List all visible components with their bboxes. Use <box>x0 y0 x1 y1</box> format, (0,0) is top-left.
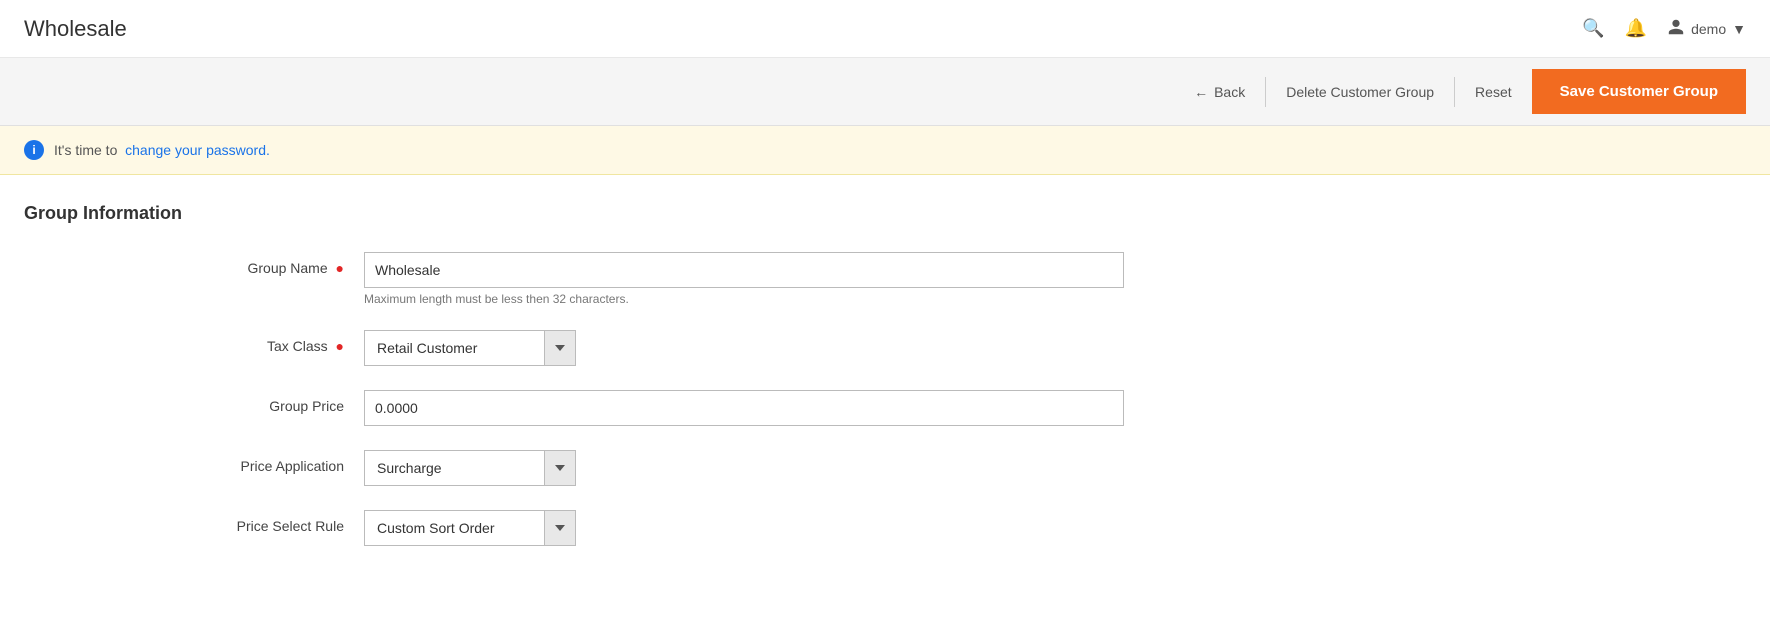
back-button[interactable]: ← Back <box>1194 84 1245 100</box>
change-password-link[interactable]: change your password. <box>125 142 270 158</box>
price-application-arrow-icon <box>555 465 565 471</box>
price-application-row: Price Application Surcharge <box>24 450 1224 486</box>
action-bar: ← Back Delete Customer Group Reset Save … <box>0 58 1770 126</box>
info-icon: i <box>24 140 44 160</box>
price-select-rule-label: Price Select Rule <box>24 510 364 534</box>
price-select-rule-dropdown-button[interactable] <box>544 510 576 546</box>
group-price-row: Group Price <box>24 390 1224 426</box>
tax-class-label: Tax Class ● <box>24 330 364 354</box>
tax-class-row: Tax Class ● Retail Customer <box>24 330 1224 366</box>
notification-text: It's time to change your password. <box>54 142 270 158</box>
tax-class-field: Retail Customer <box>364 330 1124 366</box>
user-menu[interactable]: demo ▼ <box>1667 18 1746 39</box>
price-select-rule-select-value[interactable]: Custom Sort Order <box>364 510 544 546</box>
back-label: Back <box>1214 84 1245 100</box>
search-icon[interactable]: 🔍 <box>1582 18 1604 39</box>
user-dropdown-arrow: ▼ <box>1732 21 1746 37</box>
group-name-input[interactable] <box>364 252 1124 288</box>
section-title: Group Information <box>24 203 1746 224</box>
group-price-label: Group Price <box>24 390 364 414</box>
price-application-select-wrapper: Surcharge <box>364 450 1124 486</box>
price-application-field: Surcharge <box>364 450 1124 486</box>
bell-icon[interactable]: 🔔 <box>1625 18 1647 39</box>
user-icon <box>1667 18 1685 39</box>
tax-class-dropdown-button[interactable] <box>544 330 576 366</box>
delete-customer-group-button[interactable]: Delete Customer Group <box>1286 84 1434 100</box>
tax-class-select-wrapper: Retail Customer <box>364 330 1124 366</box>
price-application-label: Price Application <box>24 450 364 474</box>
price-select-rule-row: Price Select Rule Custom Sort Order <box>24 510 1224 546</box>
tax-class-select-value[interactable]: Retail Customer <box>364 330 544 366</box>
reset-button[interactable]: Reset <box>1475 84 1512 100</box>
top-header: Wholesale 🔍 🔔 demo ▼ <box>0 0 1770 58</box>
group-name-row: Group Name ● Maximum length must be less… <box>24 252 1224 306</box>
price-select-rule-select-wrapper: Custom Sort Order <box>364 510 1124 546</box>
group-name-label: Group Name ● <box>24 252 364 276</box>
divider-2 <box>1454 77 1455 107</box>
group-price-field <box>364 390 1124 426</box>
group-name-hint: Maximum length must be less then 32 char… <box>364 292 1124 306</box>
price-application-dropdown-button[interactable] <box>544 450 576 486</box>
content-area: Group Information Group Name ● Maximum l… <box>0 175 1770 598</box>
save-customer-group-button[interactable]: Save Customer Group <box>1532 69 1746 114</box>
notification-banner: i It's time to change your password. <box>0 126 1770 175</box>
app-title: Wholesale <box>24 16 127 42</box>
group-name-field: Maximum length must be less then 32 char… <box>364 252 1124 306</box>
user-name: demo <box>1691 21 1726 37</box>
form-container: Group Name ● Maximum length must be less… <box>24 252 1224 546</box>
price-application-select-value[interactable]: Surcharge <box>364 450 544 486</box>
notification-prefix: It's time to <box>54 142 117 158</box>
price-select-rule-field: Custom Sort Order <box>364 510 1124 546</box>
tax-class-required: ● <box>336 338 344 354</box>
group-name-required: ● <box>336 260 344 276</box>
back-arrow-icon: ← <box>1194 84 1208 100</box>
group-price-input[interactable] <box>364 390 1124 426</box>
divider-1 <box>1265 77 1266 107</box>
tax-class-arrow-icon <box>555 345 565 351</box>
header-icons: 🔍 🔔 demo ▼ <box>1582 18 1746 39</box>
price-select-rule-arrow-icon <box>555 525 565 531</box>
